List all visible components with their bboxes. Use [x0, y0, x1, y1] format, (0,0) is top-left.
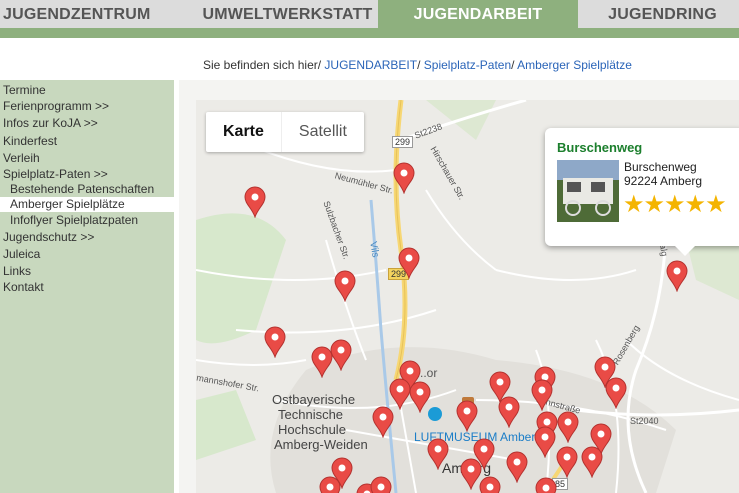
map-pin-icon[interactable]	[427, 438, 449, 471]
sidebar-item-kontakt[interactable]: Kontakt	[3, 280, 44, 294]
top-navigation: JUGENDZENTRUM UMWELTWERKSTATT JUGENDARBE…	[0, 0, 739, 28]
tab-jugendring[interactable]: JUGENDRING	[600, 0, 725, 28]
sidebar-item-jugendschutz[interactable]: Jugendschutz >>	[3, 230, 94, 244]
tab-umweltwerkstatt[interactable]: UMWELTWERKSTATT	[200, 0, 375, 28]
info-title: Burschenweg	[557, 140, 643, 155]
map-type-karte-button[interactable]: Karte	[206, 112, 281, 152]
map-pin-icon[interactable]	[531, 379, 553, 412]
sidebar: Termine Ferienprogramm >> Infos zur KoJA…	[0, 80, 174, 493]
map-pin-icon[interactable]	[666, 260, 688, 293]
info-city: 92224 Amberg	[624, 174, 703, 188]
map-pin-icon[interactable]	[393, 162, 415, 195]
tab-jugendarbeit[interactable]: JUGENDARBEIT	[378, 0, 578, 28]
map-pin-icon[interactable]	[535, 477, 557, 493]
sidebar-item-amberger-spielplaetze[interactable]: Amberger Spielplätze	[0, 197, 174, 212]
map-pin-icon[interactable]	[605, 377, 627, 410]
sidebar-item-infoflyer[interactable]: Infoflyer Spielplatzpaten	[10, 213, 138, 227]
sidebar-item-spielplatz-paten[interactable]: Spielplatz-Paten >>	[3, 167, 108, 181]
map-pin-icon[interactable]	[244, 186, 266, 219]
map-pin-icon[interactable]	[264, 326, 286, 359]
google-map[interactable]: 299 St2238 Hirschauer Str. Neumühler Str…	[196, 100, 739, 493]
map-type-satellit-button[interactable]: Satellit	[280, 112, 364, 152]
map-pin-icon[interactable]	[479, 476, 501, 493]
map-pin-icon[interactable]	[330, 339, 352, 372]
sidebar-item-termine[interactable]: Termine	[3, 83, 46, 97]
map-pin-icon[interactable]	[556, 446, 578, 479]
map-type-control: Karte Satellit	[206, 112, 364, 152]
map-pin-icon[interactable]	[372, 406, 394, 439]
map-label-hochschule-2: Technische	[278, 407, 344, 422]
map-pin-icon[interactable]	[456, 400, 478, 433]
playground-thumbnail	[557, 160, 619, 222]
breadcrumb-link-jugendarbeit[interactable]: JUGENDARBEIT	[324, 58, 417, 72]
breadcrumb: Sie befinden sich hier/ JUGENDARBEIT/ Sp…	[203, 58, 632, 72]
map-pin-icon[interactable]	[498, 396, 520, 429]
map-pin-icon[interactable]	[581, 446, 603, 479]
breadcrumb-separator: /	[417, 58, 424, 72]
map-container: 299 St2238 Hirschauer Str. Neumühler Str…	[179, 80, 739, 493]
rating-stars: ★★★★★	[623, 191, 727, 218]
map-pin-icon[interactable]	[319, 476, 341, 493]
breadcrumb-link-spielplatz-paten[interactable]: Spielplatz-Paten	[424, 58, 511, 72]
map-pin-icon[interactable]	[334, 270, 356, 303]
map-label-hochschule-3: Hochschule	[278, 422, 346, 437]
map-pin-icon[interactable]	[506, 451, 528, 484]
sidebar-item-juleica[interactable]: Juleica	[3, 247, 40, 261]
sidebar-item-links[interactable]: Links	[3, 264, 31, 278]
sidebar-item-kinderfest[interactable]: Kinderfest	[3, 134, 57, 148]
sidebar-item-ferienprogramm[interactable]: Ferienprogramm >>	[3, 99, 109, 113]
sidebar-item-infos-koja[interactable]: Infos zur KoJA >>	[3, 116, 98, 130]
map-pin-icon[interactable]	[398, 247, 420, 280]
map-pin-icon[interactable]	[409, 381, 431, 414]
nav-accent-bar	[0, 28, 739, 38]
map-info-window: Burschenweg Burschenweg 92224 Amberg ★★★…	[545, 128, 739, 256]
tab-jugendzentrum[interactable]: JUGENDZENTRUM	[0, 0, 152, 28]
breadcrumb-link-amberger-spielplaetze[interactable]: Amberger Spielplätze	[517, 58, 632, 72]
map-pin-icon[interactable]	[370, 476, 392, 493]
info-street: Burschenweg	[624, 160, 697, 174]
map-label-hochschule-1: Ostbayerische	[272, 392, 356, 407]
breadcrumb-prefix: Sie befinden sich hier/	[203, 58, 325, 72]
road-sign-299: 299	[392, 136, 414, 148]
map-label-hochschule-4: Amberg-Weiden	[274, 437, 368, 452]
map-pin-icon[interactable]	[534, 426, 556, 459]
sidebar-item-bestehende-patenschaften[interactable]: Bestehende Patenschaften	[10, 182, 154, 196]
map-label-st2040: St2040	[630, 416, 659, 426]
sidebar-item-verleih[interactable]: Verleih	[3, 151, 40, 165]
map-pin-icon[interactable]	[557, 411, 579, 444]
